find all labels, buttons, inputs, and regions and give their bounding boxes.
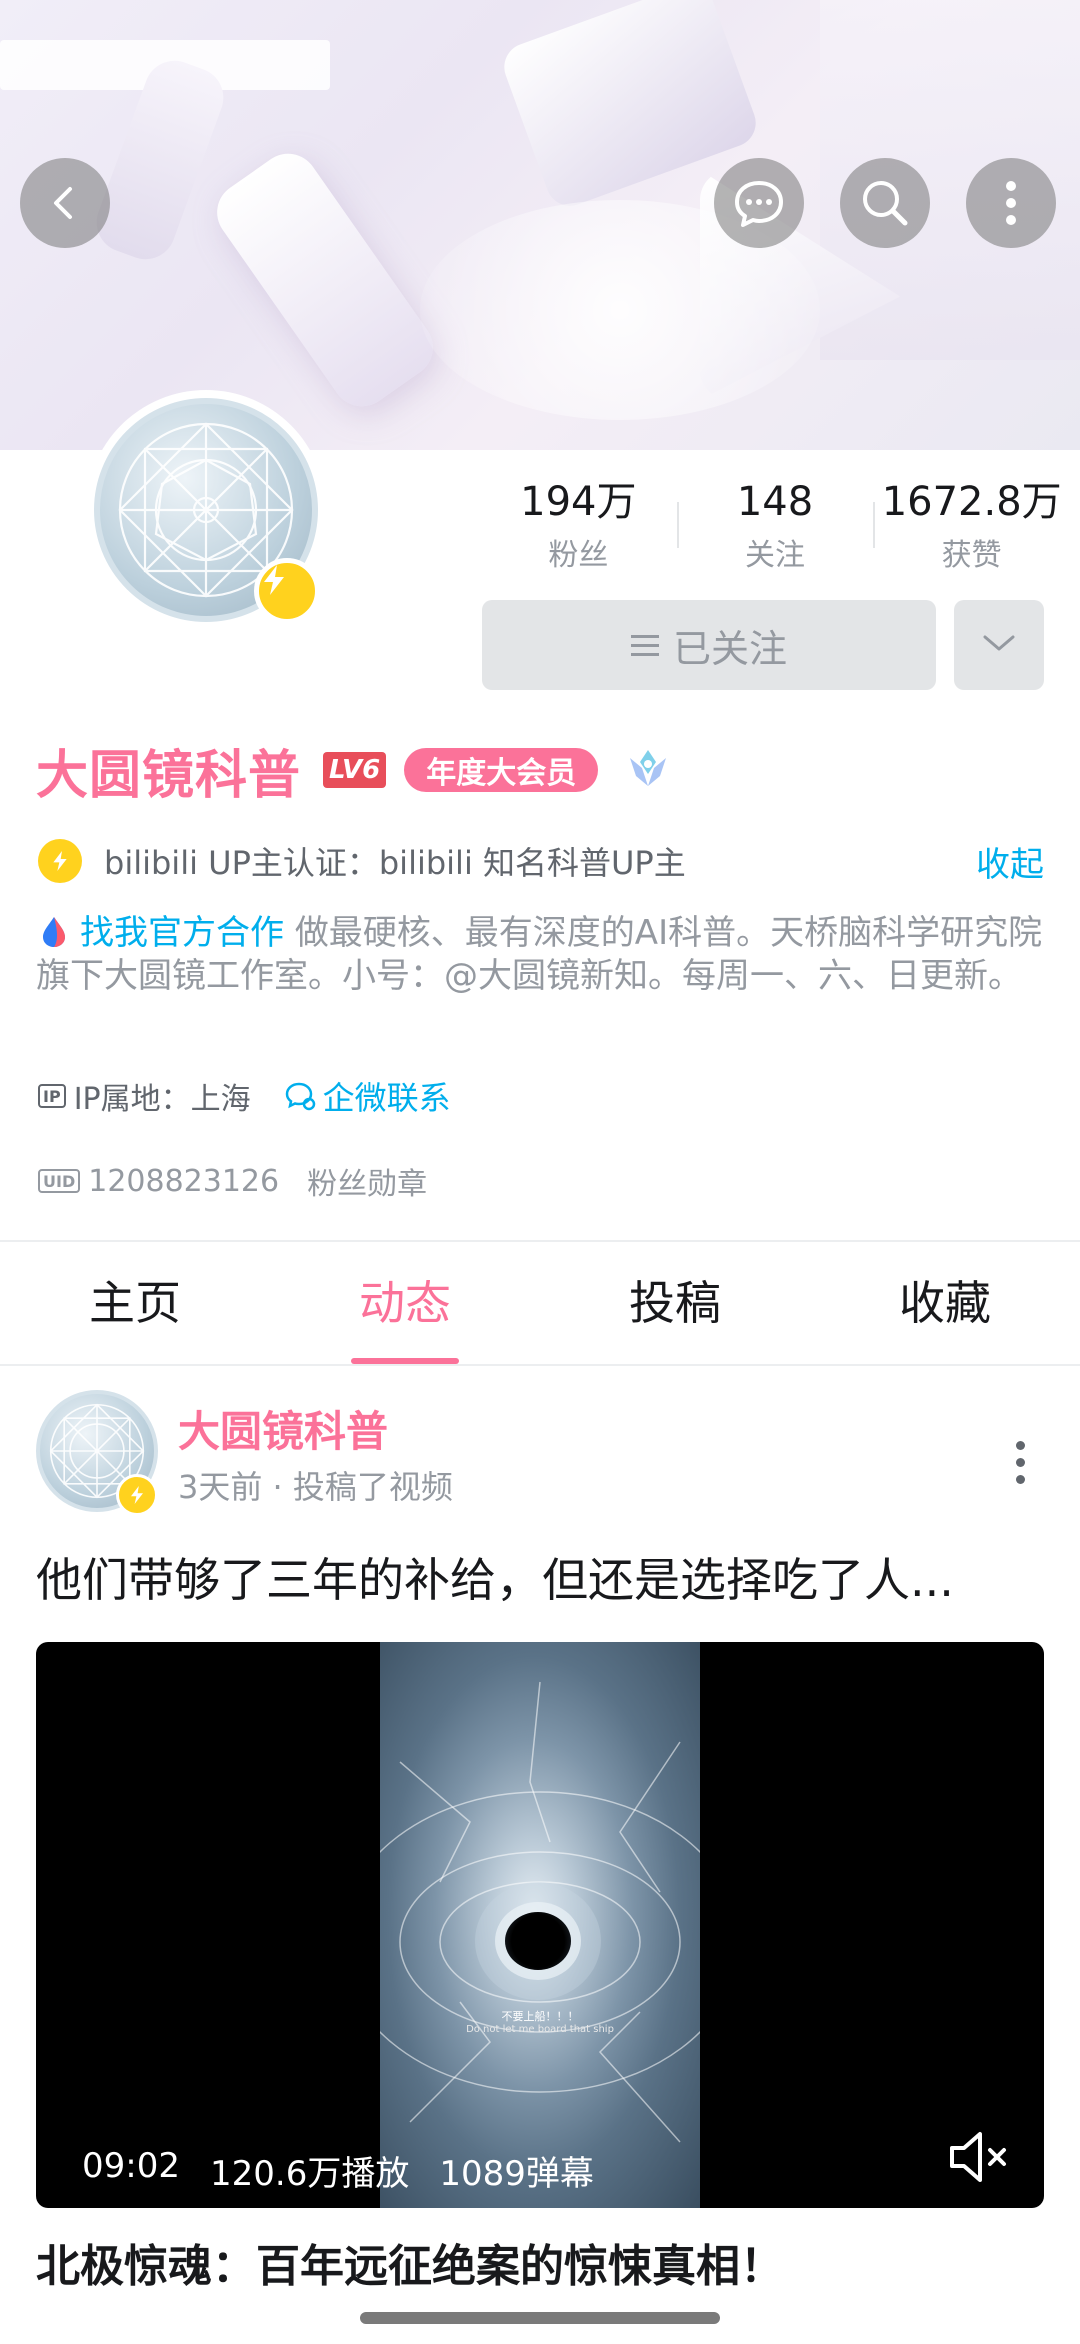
search-icon xyxy=(857,175,913,231)
video-stats: 09:02 120.6万播放 1089弹幕 xyxy=(82,2146,594,2195)
tab-uploads[interactable]: 投稿 xyxy=(540,1242,810,1364)
cooperation-label: 找我官方合作 xyxy=(80,913,284,953)
stat-value: 1672.8万 xyxy=(881,479,1062,525)
stat-label: 关注 xyxy=(745,538,805,573)
stat-value: 148 xyxy=(736,479,814,525)
stat-fans[interactable]: 194万 粉丝 xyxy=(480,476,677,586)
chevron-down-icon xyxy=(979,631,1019,659)
lightning-verify-icon xyxy=(38,839,82,883)
more-button[interactable] xyxy=(966,158,1056,248)
stat-label: 粉丝 xyxy=(548,538,609,573)
expand-button[interactable] xyxy=(954,600,1044,690)
post-title[interactable]: 他们带够了三年的补给，但还是选择吃了人... xyxy=(36,1544,1046,1610)
message-button[interactable] xyxy=(714,158,804,248)
bio: 找我官方合作 做最硬核、最有深度的AI科普。天桥脑科学研究院旗下大圆镜工作室。小… xyxy=(36,912,1046,998)
lightning-badge-icon xyxy=(116,1474,158,1516)
ip-row: IP IP属地：上海 企微联系 xyxy=(38,1074,451,1118)
video-duration: 09:02 xyxy=(82,2146,180,2186)
level-badge: LV6 xyxy=(323,752,387,788)
stat-likes[interactable]: 1672.8万 获赞 xyxy=(873,476,1070,586)
business-cooperation-link[interactable]: 找我官方合作 xyxy=(36,913,284,953)
wecom-contact-link[interactable]: 企微联系 xyxy=(285,1073,451,1119)
contact-label: 企微联系 xyxy=(322,1079,451,1117)
lightning-badge-icon xyxy=(254,558,320,624)
followed-label: 已关注 xyxy=(672,626,787,671)
tab-home[interactable]: 主页 xyxy=(0,1242,270,1364)
stat-following[interactable]: 148 关注 xyxy=(676,476,874,586)
chevron-left-icon xyxy=(45,183,85,223)
divider xyxy=(0,1364,1080,1366)
tab-favorites[interactable]: 收藏 xyxy=(810,1242,1080,1364)
video-subtitle-en: Do not let me board that ship xyxy=(466,2024,614,2035)
name-row: 大圆镜科普 LV6 年度大会员 xyxy=(36,738,674,806)
menu-lines-icon xyxy=(630,634,659,656)
uid-tag-icon: UID xyxy=(38,1169,81,1193)
verification-row: bilibili UP主认证：bilibili 知名科普UP主 收起 xyxy=(38,836,1044,886)
avatar[interactable] xyxy=(86,390,326,630)
stat-value: 194万 xyxy=(520,479,637,525)
fan-medal-link[interactable]: 粉丝勋章 xyxy=(307,1159,427,1203)
video-player[interactable]: 不要上船！！！ Do not let me board that ship 09… xyxy=(36,1642,1044,2208)
profile-tabs: 主页 动态 投稿 收藏 xyxy=(0,1242,1080,1364)
video-thumbnail: 不要上船！！！ Do not let me board that ship xyxy=(380,1642,700,2208)
followed-button[interactable]: 已关注 xyxy=(482,600,936,690)
uid-number[interactable]: 1208823126 xyxy=(88,1164,279,1199)
video-danmaku: 1089弹幕 xyxy=(439,2154,594,2194)
more-vertical-icon xyxy=(1001,178,1021,228)
ip-tag-icon: IP xyxy=(38,1084,66,1108)
post-author[interactable]: 大圆镜科普 xyxy=(178,1398,388,1459)
vip-badge[interactable]: 年度大会员 xyxy=(404,748,599,792)
profile-stats: 194万 粉丝 148 关注 1672.8万 获赞 xyxy=(480,476,1070,586)
chat-bubble-icon xyxy=(731,175,787,231)
username: 大圆镜科普 xyxy=(36,745,302,806)
medal-icon[interactable] xyxy=(622,744,674,796)
search-button[interactable] xyxy=(840,158,930,248)
post-meta: 3天前 · 投稿了视频 xyxy=(178,1468,453,1506)
tab-dynamics[interactable]: 动态 xyxy=(270,1242,540,1364)
uid-row: UID 1208823126 粉丝勋章 xyxy=(38,1160,427,1202)
ip-location: IP属地：上海 xyxy=(73,1082,251,1117)
wecom-icon xyxy=(285,1082,315,1111)
video-plays: 120.6万播放 xyxy=(209,2154,410,2194)
back-button[interactable] xyxy=(20,158,110,248)
video-title[interactable]: 北极惊魂：百年远征绝案的惊悚真相！ xyxy=(36,2230,784,2294)
stat-label: 获赞 xyxy=(941,538,1002,573)
mute-icon[interactable] xyxy=(942,2122,1012,2192)
cooperation-drop-icon xyxy=(36,914,72,950)
post-more-button[interactable] xyxy=(1000,1432,1040,1492)
home-indicator[interactable] xyxy=(360,2312,720,2324)
collapse-link[interactable]: 收起 xyxy=(976,837,1044,886)
verification-text: bilibili UP主认证：bilibili 知名科普UP主 xyxy=(104,844,686,882)
video-subtitle-cn: 不要上船！！！ xyxy=(501,2010,579,2023)
